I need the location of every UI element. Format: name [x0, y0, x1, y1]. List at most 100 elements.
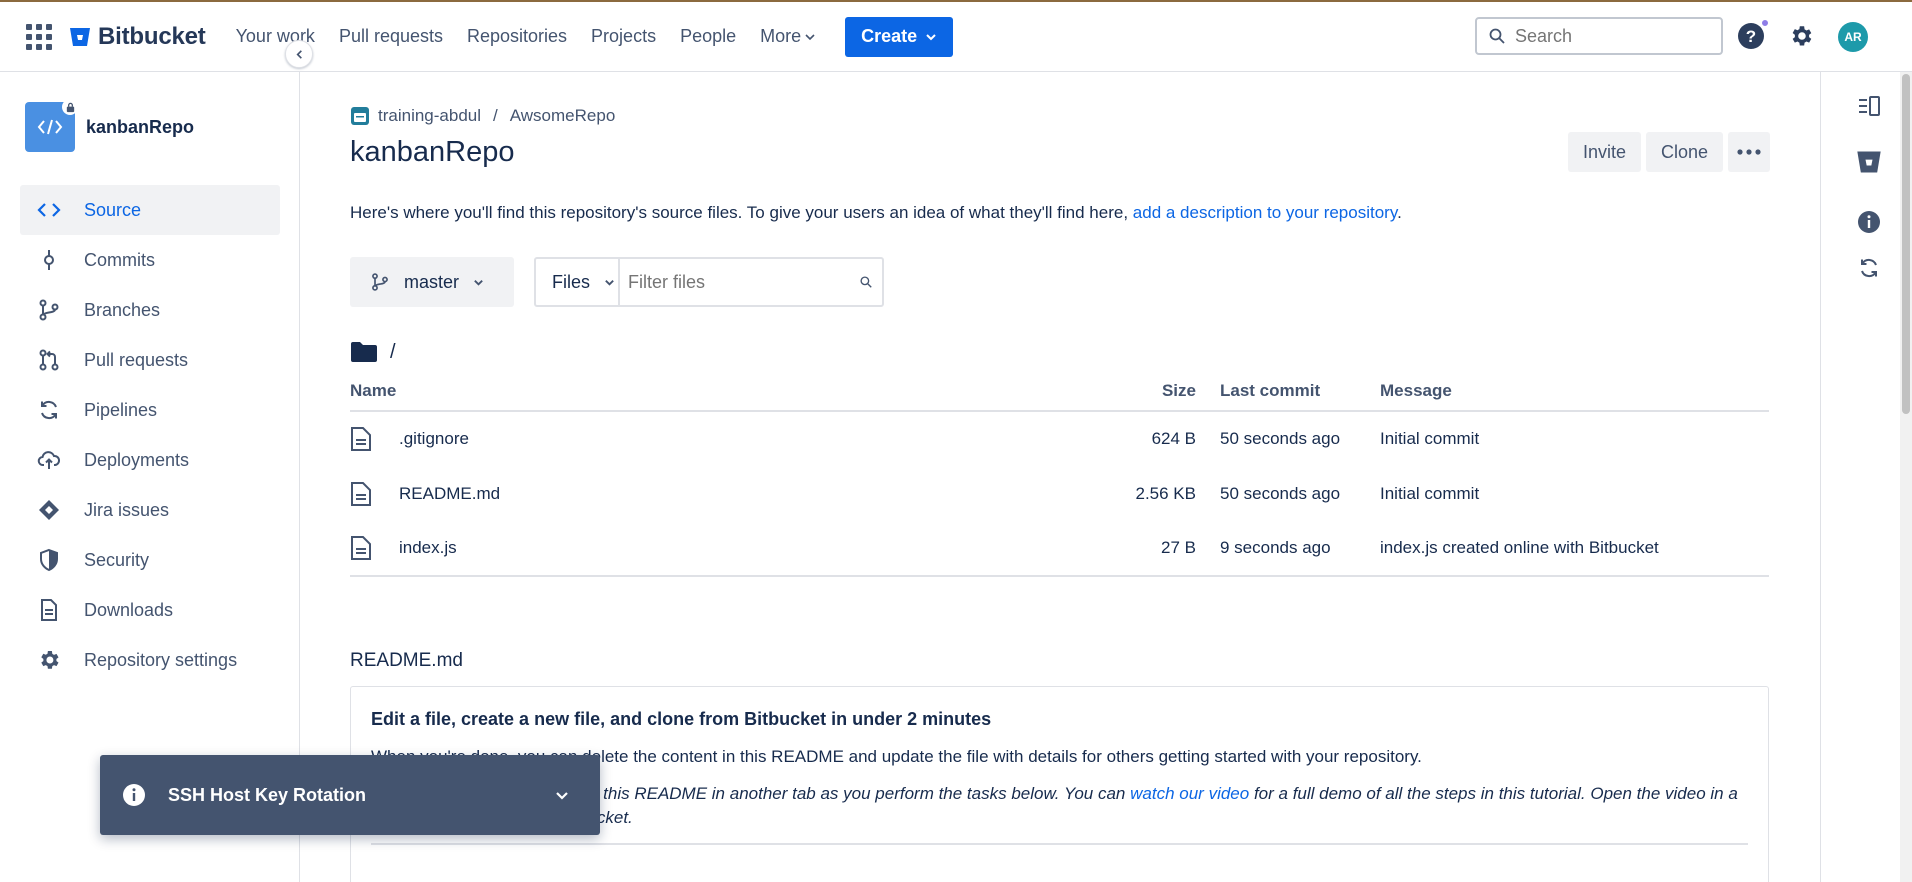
file-filter-group: Files	[534, 257, 884, 307]
file-icon	[351, 427, 371, 451]
nav-people[interactable]: People	[668, 18, 748, 55]
branch-name: master	[404, 271, 460, 292]
clone-button[interactable]: Clone	[1646, 132, 1724, 172]
readme-title: README.md	[350, 650, 463, 671]
more-actions-button[interactable]	[1728, 132, 1771, 172]
repo-avatar	[25, 99, 78, 152]
breadcrumb-project[interactable]: AwsomeRepo	[510, 106, 616, 126]
sidebar-item-label: Pull requests	[84, 349, 189, 370]
bitbucket-icon[interactable]	[1855, 148, 1883, 176]
file-icon	[351, 481, 371, 506]
invite-button[interactable]: Invite	[1568, 132, 1642, 172]
ssh-key-rotation-flag[interactable]: SSH Host Key Rotation	[100, 755, 600, 835]
pipelines-icon	[36, 397, 62, 423]
files-dropdown[interactable]: Files	[536, 259, 620, 305]
lock-icon	[62, 99, 78, 115]
table-header-row: Name Size Last commit Message	[350, 372, 1769, 412]
sidebar-item-branches[interactable]: Branches	[20, 285, 280, 335]
column-header-message[interactable]: Message	[1380, 372, 1769, 412]
file-name-link[interactable]: index.js	[399, 538, 457, 558]
create-button[interactable]: Create	[845, 16, 954, 57]
sidebar-item-label: Security	[84, 549, 150, 570]
table-row[interactable]: README.md 2.56 KB 50 seconds ago Initial…	[350, 466, 1769, 521]
nav-projects[interactable]: Projects	[579, 18, 668, 55]
sidebar-item-commits[interactable]: Commits	[20, 235, 280, 285]
file-name-link[interactable]: README.md	[399, 484, 500, 504]
sidebar-item-deployments[interactable]: Deployments	[20, 435, 280, 485]
chevron-down-icon	[474, 279, 483, 286]
file-size: 624 B	[1151, 429, 1196, 448]
file-last-commit: 50 seconds ago	[1220, 483, 1341, 503]
chevron-down-icon	[805, 33, 815, 40]
add-description-link[interactable]: add a description to your repository	[1133, 203, 1397, 222]
filter-files-input[interactable]	[620, 260, 860, 304]
sidebar-item-label: Repository settings	[84, 649, 238, 670]
search-input[interactable]	[1515, 25, 1705, 47]
search-icon	[1489, 28, 1505, 44]
nav-pull-requests[interactable]: Pull requests	[327, 18, 455, 55]
header-actions: Invite Clone	[1568, 132, 1771, 172]
notification-dot	[1760, 18, 1770, 28]
sidebar-item-pipelines[interactable]: Pipelines	[20, 385, 280, 435]
svg-text:?: ?	[1746, 27, 1756, 46]
file-commit-message[interactable]: Initial commit	[1380, 466, 1769, 521]
file-last-commit: 50 seconds ago	[1220, 429, 1341, 448]
info-icon[interactable]	[1857, 210, 1881, 234]
file-commit-message[interactable]: index.js created online with Bitbucket	[1380, 521, 1769, 577]
chevron-down-icon	[926, 33, 936, 40]
pull-request-icon	[36, 347, 62, 373]
panel-toggle-icon[interactable]	[1857, 94, 1881, 118]
branch-selector[interactable]: master	[350, 257, 514, 307]
sidebar-item-pull-requests[interactable]: Pull requests	[20, 335, 280, 385]
column-header-last-commit[interactable]: Last commit	[1220, 372, 1380, 412]
global-search[interactable]	[1475, 17, 1723, 55]
current-path: /	[350, 340, 396, 364]
file-commit-message[interactable]: Initial commit	[1380, 411, 1769, 466]
column-header-size[interactable]: Size	[770, 372, 1220, 412]
more-horizontal-icon	[1737, 149, 1761, 155]
sidebar-item-label: Branches	[84, 299, 161, 320]
chevron-down-icon[interactable]	[554, 787, 570, 803]
table-row[interactable]: .gitignore 624 B 50 seconds ago Initial …	[350, 411, 1769, 466]
table-row[interactable]: index.js 27 B 9 seconds ago index.js cre…	[350, 521, 1769, 577]
jira-icon	[36, 497, 62, 523]
sidebar-item-security[interactable]: Security	[20, 535, 280, 585]
sidebar-item-label: Commits	[84, 249, 155, 270]
settings-gear-icon[interactable]	[1788, 23, 1814, 49]
sidebar-item-label: Jira issues	[84, 499, 170, 520]
breadcrumb-separator: /	[493, 106, 498, 125]
gear-icon	[36, 647, 62, 673]
file-name-link[interactable]: .gitignore	[399, 429, 469, 449]
chevron-left-icon	[295, 49, 302, 59]
bitbucket-logo[interactable]: Bitbucket	[68, 23, 206, 51]
readme-heading: Edit a file, create a new file, and clon…	[371, 709, 992, 729]
sidebar-item-label: Deployments	[84, 449, 190, 470]
cloud-upload-icon	[36, 447, 62, 473]
file-table: Name Size Last commit Message .gitignore…	[350, 372, 1769, 577]
page-title: kanbanRepo	[350, 136, 515, 168]
create-button-label: Create	[861, 26, 918, 46]
user-avatar[interactable]: AR	[1838, 22, 1868, 52]
app-switcher-icon[interactable]	[26, 23, 52, 50]
watch-video-link[interactable]: watch our video	[1130, 784, 1249, 803]
files-dropdown-label: Files	[552, 271, 591, 292]
column-header-name[interactable]: Name	[350, 372, 770, 412]
bitbucket-icon	[70, 27, 90, 46]
sidebar-item-repository-settings[interactable]: Repository settings	[20, 635, 280, 685]
repo-header[interactable]: kanbanRepo	[25, 99, 195, 152]
nav-more[interactable]: More	[748, 18, 827, 55]
repo-name: kanbanRepo	[86, 116, 195, 137]
nav-repositories[interactable]: Repositories	[455, 18, 579, 55]
sync-icon[interactable]	[1857, 256, 1881, 280]
code-icon	[37, 119, 63, 135]
page-scrollbar[interactable]	[1900, 72, 1912, 882]
scrollbar-thumb[interactable]	[1902, 74, 1910, 414]
collapse-sidebar-button[interactable]	[285, 40, 313, 68]
search-icon	[860, 276, 872, 288]
sidebar-item-jira-issues[interactable]: Jira issues	[20, 485, 280, 535]
sidebar-item-source[interactable]: Source	[20, 185, 280, 235]
repo-description: Here's where you'll find this repository…	[350, 203, 1402, 223]
file-icon	[351, 536, 371, 560]
sidebar-item-downloads[interactable]: Downloads	[20, 585, 280, 635]
breadcrumb-workspace[interactable]: training-abdul	[378, 106, 481, 126]
